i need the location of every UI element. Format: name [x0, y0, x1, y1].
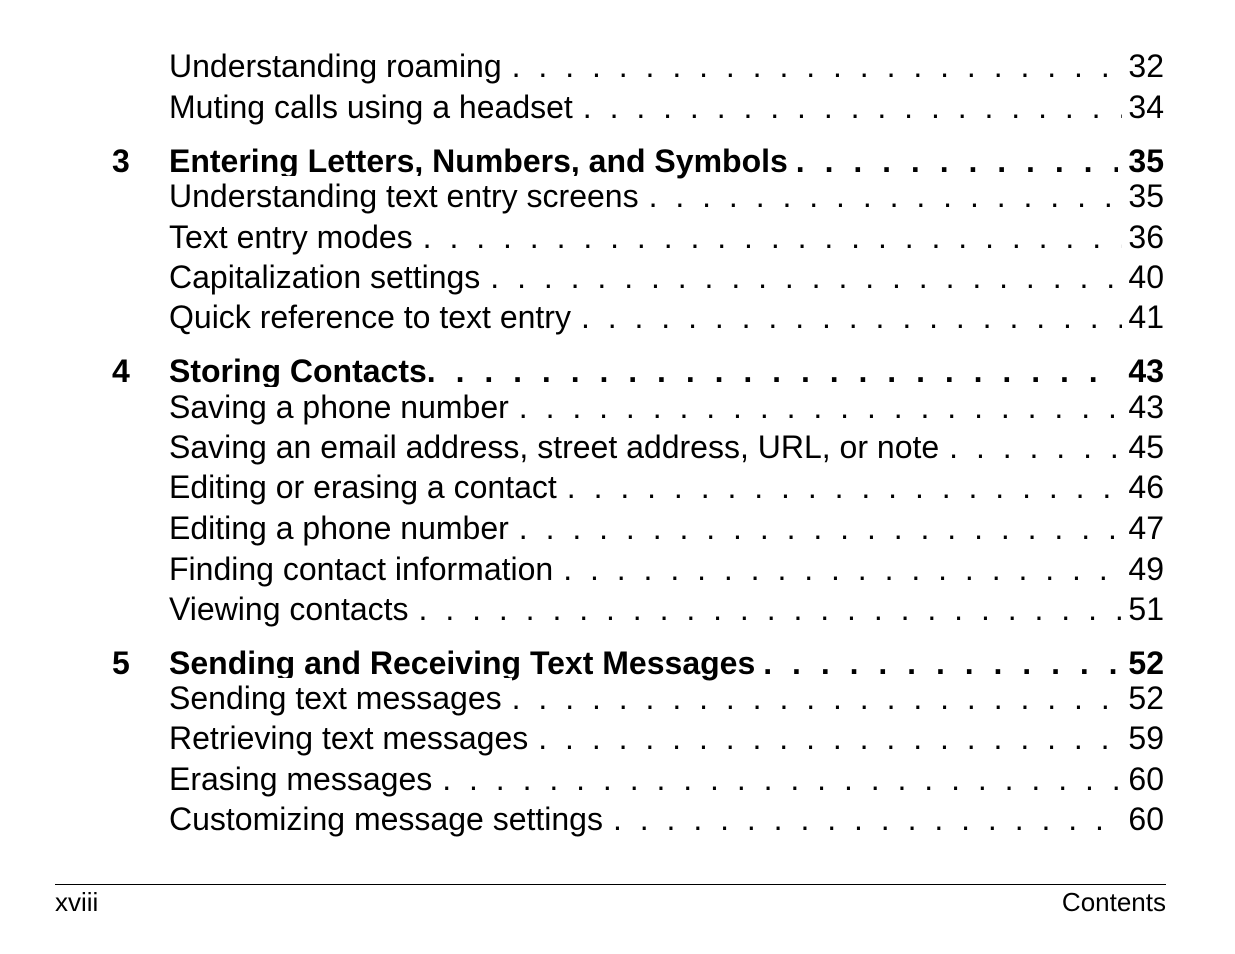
toc-entry[interactable]: Muting calls using a headset 34 [169, 87, 1164, 127]
toc-entry-page: 49 [1128, 551, 1164, 587]
dot-leader [763, 643, 1118, 683]
dot-leader [538, 718, 1122, 758]
dot-leader [796, 141, 1119, 181]
chapter-page: 43 [1128, 353, 1164, 389]
footer-page-number: xviii [55, 887, 99, 917]
toc-entry-page: 36 [1128, 219, 1164, 255]
toc-chapter[interactable]: 5 Sending and Receiving Text Messages 52 [112, 643, 1164, 683]
toc-entry[interactable]: Understanding roaming 32 [169, 46, 1164, 86]
toc-entry-title: Sending text messages [169, 678, 512, 718]
toc-entry-page: 59 [1128, 720, 1164, 756]
footer-section-title: Contents [1061, 887, 1166, 917]
chapter-number: 4 [112, 353, 130, 389]
toc-entry-title: Retrieving text messages [169, 718, 539, 758]
dot-leader [423, 217, 1123, 257]
toc-entry[interactable]: Viewing contacts 51 [169, 589, 1164, 629]
toc-entry-title: Erasing messages [169, 759, 443, 799]
toc-entry[interactable]: Quick reference to text entry 41 [169, 297, 1164, 337]
toc-entry-title: Understanding text entry screens [169, 176, 649, 216]
toc-entry-page: 51 [1128, 591, 1164, 627]
dot-leader [581, 297, 1122, 337]
toc-entry[interactable]: Understanding text entry screens 35 [169, 176, 1164, 216]
dot-leader [427, 351, 1119, 391]
dot-leader [583, 87, 1123, 127]
toc-entry-title: Saving a phone number [169, 387, 519, 427]
toc-entry-title: Customizing message settings [169, 799, 613, 839]
toc-entry[interactable]: Text entry modes 36 [169, 217, 1164, 257]
toc-entry[interactable]: Finding contact information 49 [169, 549, 1164, 589]
dot-leader [519, 387, 1123, 427]
toc-entry-title: Viewing contacts [169, 589, 419, 629]
toc-entry-title: Understanding roaming [169, 46, 512, 86]
toc-chapter[interactable]: 4 Storing Contacts 43 [112, 351, 1164, 391]
toc-entry-title: Muting calls using a headset [169, 87, 583, 127]
chapter-title: Entering Letters, Numbers, and Symbols [169, 143, 788, 179]
toc-entry-page: 40 [1128, 259, 1164, 295]
dot-leader [949, 427, 1122, 467]
dot-leader [512, 46, 1123, 86]
toc-entry[interactable]: Sending text messages 52 [169, 678, 1164, 718]
chapter-number: 3 [112, 143, 130, 179]
toc-entry-title: Capitalization settings [169, 257, 491, 297]
toc-entry-page: 45 [1128, 429, 1164, 465]
toc-entry-page: 32 [1128, 48, 1164, 84]
toc-entry-title: Text entry modes [169, 217, 423, 257]
toc-entry-page: 35 [1128, 178, 1164, 214]
dot-leader [512, 678, 1123, 718]
chapter-title: Storing Contacts [169, 353, 427, 389]
toc-entry-title: Saving an email address, street address,… [169, 427, 950, 467]
dot-leader [442, 759, 1122, 799]
dot-leader [519, 508, 1123, 548]
chapter-title: Sending and Receiving Text Messages [169, 645, 756, 681]
toc-entry-page: 46 [1128, 469, 1164, 505]
dot-leader [613, 799, 1122, 839]
toc-entry[interactable]: Saving a phone number 43 [169, 387, 1164, 427]
dot-leader [419, 589, 1123, 629]
toc-entry[interactable]: Retrieving text messages 59 [169, 718, 1164, 758]
toc-entry[interactable]: Erasing messages 60 [169, 759, 1164, 799]
chapter-page: 52 [1128, 645, 1164, 681]
toc-entry-page: 34 [1128, 89, 1164, 125]
toc-entry-page: 47 [1128, 510, 1164, 546]
toc-chapter[interactable]: 3 Entering Letters, Numbers, and Symbols… [112, 141, 1164, 181]
toc-entry[interactable]: Capitalization settings 40 [169, 257, 1164, 297]
toc-entry[interactable]: Saving an email address, street address,… [169, 427, 1164, 467]
toc-entry-title: Quick reference to text entry [169, 297, 581, 337]
toc-entry-page: 52 [1128, 680, 1164, 716]
chapter-number: 5 [112, 645, 130, 681]
dot-leader [563, 549, 1122, 589]
toc-entry-page: 60 [1128, 801, 1164, 837]
toc-entry-title: Editing or erasing a contact [169, 467, 567, 507]
toc-entry[interactable]: Editing or erasing a contact 46 [169, 467, 1164, 507]
toc-entry-page: 43 [1128, 389, 1164, 425]
toc-entry-title: Finding contact information [169, 549, 564, 589]
dot-leader [649, 176, 1123, 216]
dot-leader [567, 467, 1123, 507]
chapter-page: 35 [1128, 143, 1164, 179]
dot-leader [490, 257, 1122, 297]
footer-divider [55, 884, 1166, 885]
toc-entry-title: Editing a phone number [169, 508, 519, 548]
toc-entry[interactable]: Customizing message settings 60 [169, 799, 1164, 839]
toc-entry[interactable]: Editing a phone number 47 [169, 508, 1164, 548]
toc-entry-page: 41 [1128, 299, 1164, 335]
toc-entry-page: 60 [1128, 761, 1164, 797]
